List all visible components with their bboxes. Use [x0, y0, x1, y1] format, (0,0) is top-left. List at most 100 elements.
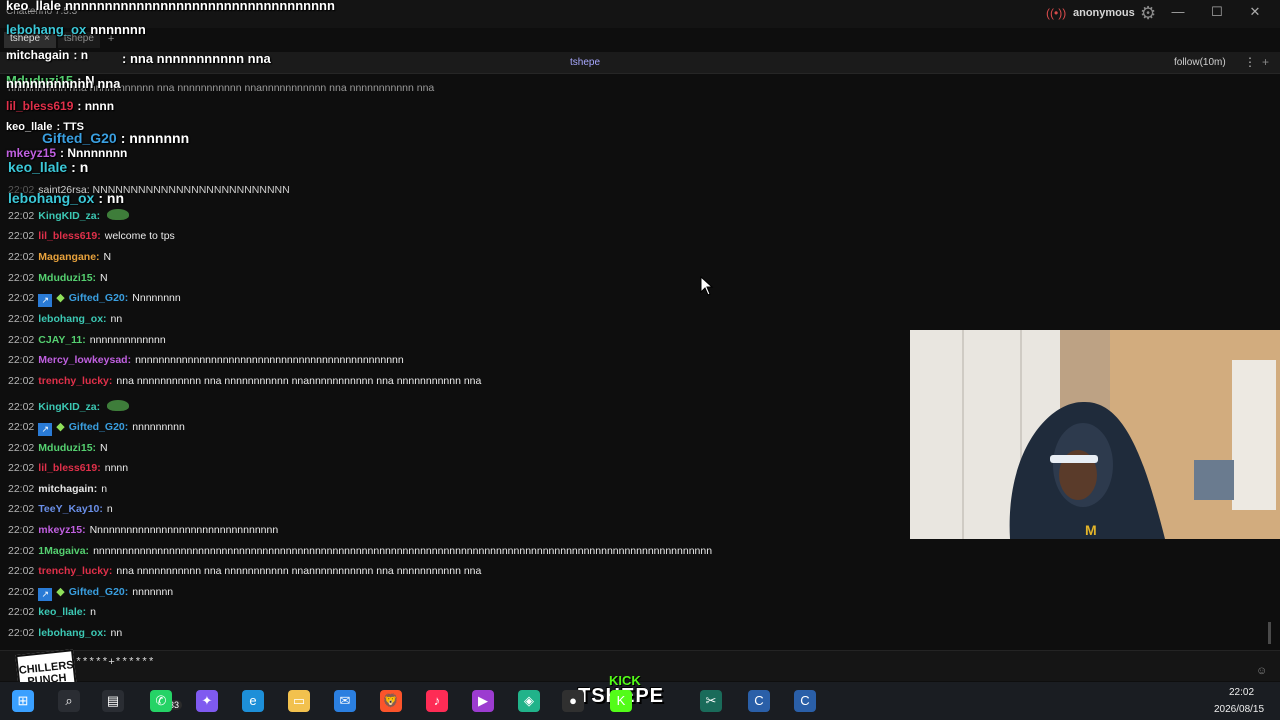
message-text: nnnnnnnnnnnnnnnnnnnnnnnnnnnnnnnnnnnnnnnn…: [93, 545, 713, 557]
message-username[interactable]: 1Magaiva:: [38, 545, 89, 557]
message-text: Nnnnnnnnnnnnnnnnnnnnnnnnnnnnnnnn: [89, 524, 279, 536]
message-username[interactable]: TeeY_Kay10:: [38, 503, 103, 515]
windows-start-icon[interactable]: ⊞: [12, 690, 34, 712]
message-username[interactable]: mitchagain:: [38, 483, 97, 495]
message-text: nnnnnnnnnnnnn: [89, 334, 166, 346]
edge-icon[interactable]: e: [242, 690, 264, 712]
clock-date[interactable]: 2026/08/15: [1214, 704, 1264, 715]
message-username[interactable]: lil_bless619:: [38, 462, 100, 474]
message-text: nnnnnnnnn: [132, 421, 185, 433]
message-username[interactable]: lil_bless619:: [38, 230, 100, 242]
emote-picker-icon[interactable]: ☺: [1256, 665, 1267, 677]
tts-overlay-line: lebohang_ox: nn: [8, 190, 124, 206]
message-username[interactable]: Mercy_lowkeysad:: [38, 354, 131, 366]
search-icon[interactable]: ⌕: [58, 690, 80, 712]
chatterino-icon[interactable]: C: [748, 690, 770, 712]
message-username[interactable]: Mduduzi15:: [38, 442, 96, 454]
tts-overlay-line: lebohang_ox nnnnnnn: [6, 22, 146, 37]
message-timestamp: 22:02: [8, 375, 35, 387]
live-indicator-icon[interactable]: ((•)): [1046, 6, 1066, 20]
gem-badge-icon[interactable]: ◆: [56, 586, 64, 598]
message-text: nna nnnnnnnnnnn nna nnnnnnnnnnn nnannnnn…: [116, 565, 482, 577]
overlay-username: mkeyz15: [6, 146, 57, 160]
tiktok-icon[interactable]: ♪: [426, 690, 448, 712]
close-button[interactable]: ✕: [1245, 4, 1265, 20]
svg-text:M: M: [1085, 522, 1097, 538]
message-timestamp: 22:02: [8, 251, 35, 263]
chat-message: 22:02 Magangane: N: [8, 250, 111, 264]
message-timestamp: 22:02: [8, 524, 35, 536]
scrollbar-thumb[interactable]: [1268, 622, 1271, 644]
chat-message: 22:02 ↗ ◆ Gifted_G20: nnnnnnnnn: [8, 420, 185, 436]
tts-overlay-line: keo_llale: n: [8, 159, 88, 175]
message-timestamp: 22:02: [8, 545, 35, 557]
chat-message: 22:02 ↗ ◆ Gifted_G20: Nnnnnnnn: [8, 291, 181, 307]
overlay-username: nnnnnnnnnnn: [6, 76, 94, 91]
message-username[interactable]: Gifted_G20:: [69, 292, 129, 304]
clock-time[interactable]: 22:02: [1229, 687, 1254, 698]
overlay-username: lil_bless619: [6, 99, 74, 113]
message-username[interactable]: CJAY_11:: [38, 334, 85, 346]
chat-mode-label[interactable]: follow(10m): [1174, 57, 1226, 68]
message-username[interactable]: Gifted_G20:: [69, 586, 129, 598]
account-name[interactable]: anonymous: [1073, 7, 1135, 19]
pepe-emote-icon[interactable]: [107, 400, 130, 411]
chat-message: 22:02 TeeY_Kay10: n: [8, 502, 113, 516]
message-username[interactable]: mkeyz15:: [38, 524, 85, 536]
message-username[interactable]: lebohang_ox:: [38, 313, 106, 325]
subscriber-badge-icon[interactable]: ↗: [38, 294, 53, 307]
gem-badge-icon[interactable]: ◆: [56, 292, 64, 304]
brave-icon[interactable]: 🦁: [380, 690, 402, 712]
message-timestamp: 22:02: [8, 210, 35, 222]
gear-icon[interactable]: ⚙: [1140, 3, 1156, 24]
message-username[interactable]: Mduduzi15:: [38, 272, 96, 284]
message-text: N: [100, 272, 108, 284]
gem-badge-icon[interactable]: ◆: [56, 421, 64, 433]
pepe-emote-icon[interactable]: [107, 209, 130, 220]
tts-overlay-line: nnnnnnnnnnn nna: [6, 76, 120, 91]
webapp-icon[interactable]: ◈: [518, 690, 540, 712]
copilot-icon[interactable]: ✦: [196, 690, 218, 712]
subscriber-badge-icon[interactable]: ↗: [38, 588, 53, 601]
outlook-icon[interactable]: ✉: [334, 690, 356, 712]
minimize-button[interactable]: —: [1168, 4, 1188, 19]
message-text: n: [101, 483, 108, 495]
chat-message: 22:02 ↗ ◆ Gifted_G20: nnnnnnn: [8, 585, 173, 601]
message-username[interactable]: KingKID_za:: [38, 210, 100, 222]
maximize-button[interactable]: ☐: [1207, 4, 1227, 20]
chatterino-active-icon[interactable]: C: [794, 690, 816, 712]
tts-overlay-line: : nna nnnnnnnnnnn nna: [118, 51, 271, 66]
split-menu-icon[interactable]: ⋮: [1244, 55, 1256, 69]
task-view-icon[interactable]: ▤: [102, 690, 124, 712]
chat-message: 22:02 keo_llale: n: [8, 605, 96, 619]
message-username[interactable]: lebohang_ox:: [38, 627, 106, 639]
message-timestamp: 22:02: [8, 313, 35, 325]
kick-icon[interactable]: K: [610, 690, 632, 712]
obs-icon[interactable]: ●: [562, 690, 584, 712]
overlay-username: keo_llale: [6, 0, 61, 13]
message-username[interactable]: KingKID_za:: [38, 401, 100, 413]
whatsapp-icon[interactable]: ✆: [150, 690, 172, 712]
message-username[interactable]: trenchy_lucky:: [38, 375, 112, 387]
subscriber-badge-icon[interactable]: ↗: [38, 423, 53, 436]
message-timestamp: 22:02: [8, 483, 35, 495]
chat-message: 22:02 lebohang_ox: nn: [8, 312, 122, 326]
message-username[interactable]: Magangane:: [38, 251, 99, 263]
overlay-text: : n: [73, 48, 89, 62]
message-timestamp: 22:02: [8, 334, 35, 346]
overlay-text: : nn: [98, 190, 125, 206]
message-timestamp: 22:02: [8, 354, 35, 366]
chat-input[interactable]: *******+******: [62, 657, 154, 669]
message-text: N: [100, 442, 108, 454]
capcut-icon[interactable]: ✂: [700, 690, 722, 712]
message-username[interactable]: Gifted_G20:: [69, 421, 129, 433]
message-username[interactable]: trenchy_lucky:: [38, 565, 112, 577]
file-explorer-icon[interactable]: ▭: [288, 690, 310, 712]
overlay-text: : nna nnnnnnnnnnn nna: [122, 51, 271, 66]
media-icon[interactable]: ▶: [472, 690, 494, 712]
chat-message: 22:02 lil_bless619: welcome to tps: [8, 229, 175, 243]
message-timestamp: 22:02: [8, 442, 35, 454]
message-username[interactable]: keo_llale:: [38, 606, 86, 618]
add-split-button[interactable]: +: [1262, 55, 1269, 69]
overlay-username: keo_llale: [8, 159, 68, 175]
